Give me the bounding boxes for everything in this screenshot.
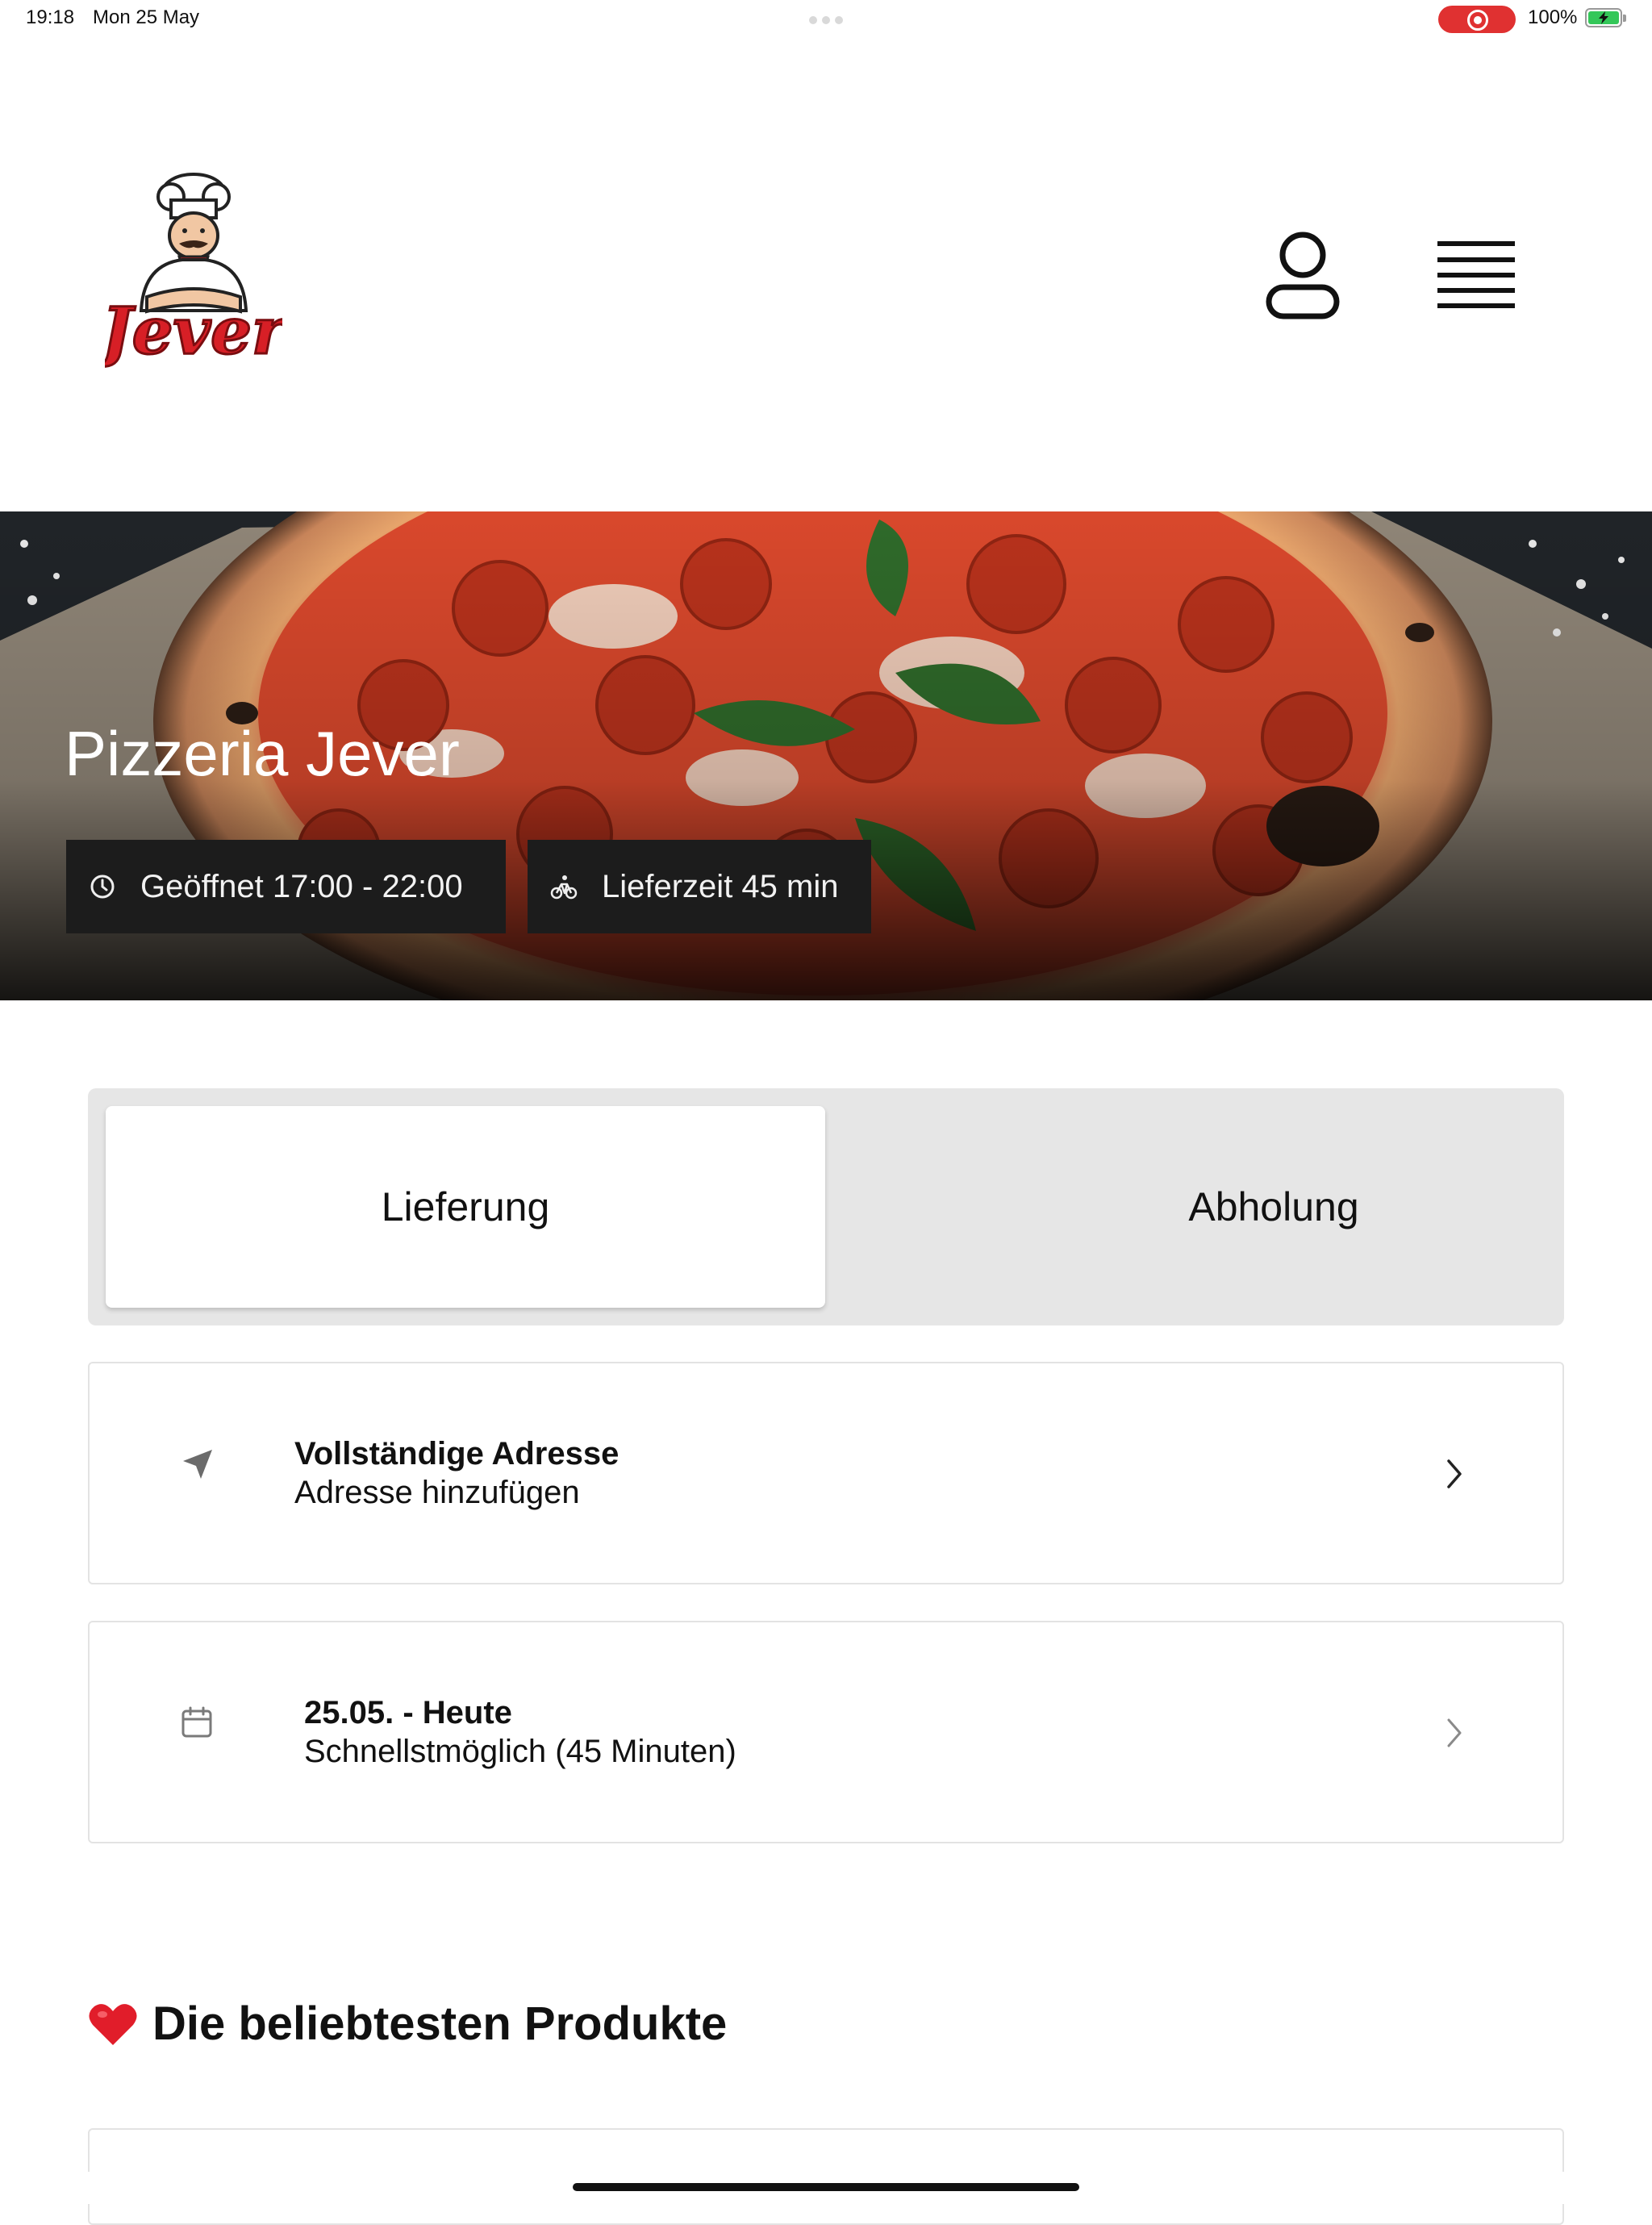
address-subtitle: Adresse hinzufügen: [294, 1475, 580, 1510]
chevron-right-icon: [1447, 1718, 1462, 1747]
restaurant-name: Pizzeria Jever: [65, 718, 460, 789]
address-card[interactable]: Vollständige Adresse Adresse hinzufügen: [88, 1362, 1564, 1584]
opening-hours-text: Geöffnet 17:00 - 22:00: [140, 868, 463, 904]
battery-percent: 100%: [1528, 6, 1578, 28]
date-title: 25.05. - Heute: [304, 1695, 512, 1730]
status-bar: 19:18 Mon 25 May 100%: [0, 0, 1652, 39]
delivery-time-text: Lieferzeit 45 min: [602, 868, 839, 904]
delivery-time-card[interactable]: 25.05. - Heute Schnellstmöglich (45 Minu…: [88, 1621, 1564, 1843]
order-mode-toggle: Lieferung Abholung: [88, 1088, 1564, 1325]
chevron-right-icon: [1447, 1459, 1462, 1488]
hero-banner: Pizzeria Jever Geöffnet 17:00 - 22:00 Li…: [0, 511, 1652, 1000]
popular-products-title: Die beliebtesten Produkte: [152, 1997, 728, 2050]
home-indicator[interactable]: [573, 2183, 1079, 2191]
address-title: Vollständige Adresse: [294, 1436, 620, 1472]
heart-icon: [89, 2003, 137, 2045]
pickup-tab[interactable]: Abholung: [914, 1106, 1633, 1308]
status-date: Mon 25 May: [93, 6, 200, 28]
calendar-icon: [181, 1706, 212, 1738]
clock-icon: [90, 875, 115, 899]
profile-button[interactable]: [1258, 226, 1347, 323]
status-time: 19:18: [26, 6, 75, 28]
opening-hours-chip: Geöffnet 17:00 - 22:00: [66, 840, 506, 933]
delivery-tab[interactable]: Lieferung: [106, 1106, 825, 1308]
menu-button[interactable]: [1428, 234, 1525, 315]
screen-recording-icon[interactable]: [1438, 6, 1516, 33]
multitasking-dots-icon[interactable]: [809, 16, 843, 24]
svg-text:Jever: Jever: [105, 293, 282, 369]
hamburger-menu-icon: [1437, 241, 1515, 308]
time-subtitle: Schnellstmöglich (45 Minuten): [304, 1734, 736, 1769]
location-arrow-icon: [183, 1450, 212, 1479]
pizzeria-logo[interactable]: Jever: [90, 169, 290, 379]
bicycle-icon: [550, 875, 578, 900]
popular-products-heading: Die beliebtesten Produkte: [88, 1997, 727, 2051]
battery-icon: [1585, 8, 1626, 27]
person-icon: [1266, 232, 1340, 319]
delivery-time-chip: Lieferzeit 45 min: [528, 840, 871, 933]
